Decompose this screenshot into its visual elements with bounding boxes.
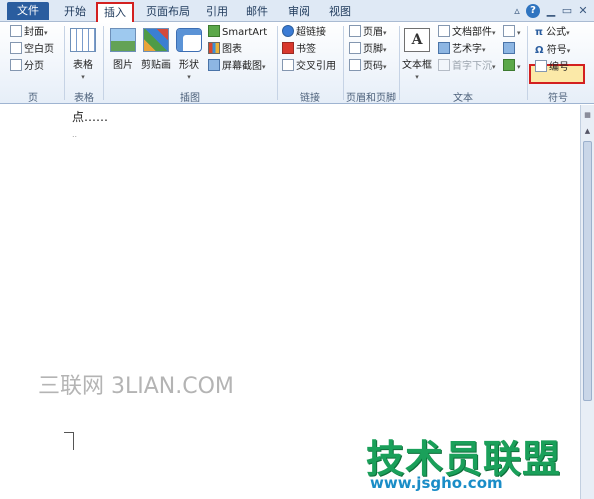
wordart-icon	[438, 42, 450, 54]
hyperlink-button[interactable]: 超链接	[282, 25, 326, 41]
clipart-icon	[143, 28, 169, 52]
omega-icon: Ω	[535, 45, 544, 56]
drop-cap-button[interactable]: 首字下沉▾	[438, 59, 496, 75]
watermark-jsgho-url: www.jsgho.com	[370, 474, 503, 492]
object-button[interactable]: ▾	[503, 59, 521, 75]
picture-icon	[110, 28, 136, 52]
group-label-pages: 页	[28, 93, 38, 104]
footer-button[interactable]: 页脚▾	[349, 42, 387, 58]
cover-page-button[interactable]: 封面▾	[10, 25, 48, 41]
ruler-toggle-icon[interactable]: ▦	[581, 109, 594, 121]
signature-line-icon	[503, 25, 515, 37]
help-icon[interactable]: ?	[526, 4, 540, 18]
group-label-header-footer: 页眉和页脚	[346, 93, 396, 104]
quick-parts-icon	[438, 25, 450, 37]
scrollbar-thumb[interactable]	[583, 141, 592, 401]
scroll-up-icon[interactable]: ▲	[581, 125, 594, 137]
page-corner-mark	[64, 432, 74, 450]
header-icon	[349, 25, 361, 37]
tab-review[interactable]: 审阅	[282, 3, 316, 22]
screenshot-icon	[208, 59, 220, 71]
clipart-button[interactable]: 剪贴画	[140, 28, 172, 71]
numbering-button[interactable]: 编号	[535, 60, 569, 76]
numbering-icon	[535, 60, 547, 72]
page-number-icon	[349, 59, 361, 71]
object-icon	[503, 59, 515, 71]
group-label-tables: 表格	[74, 93, 94, 104]
shapes-button[interactable]: 形状 ▾	[174, 28, 204, 82]
signature-line-button[interactable]: ▾	[503, 25, 521, 41]
tab-insert[interactable]: 插入	[96, 2, 134, 24]
ribbon: 封面▾ 空白页 分页 页 表格 ▾ 表格 图片 剪贴画 形状 ▾ SmartArt …	[0, 22, 594, 104]
date-time-button[interactable]	[503, 42, 517, 58]
cross-reference-button[interactable]: 交叉引用	[282, 59, 336, 75]
ribbon-tab-bar: 文件 开始 插入 页面布局 引用 邮件 审阅 视图 ▵ ? ▁ ▭ ✕	[0, 0, 594, 24]
wordart-button[interactable]: 艺术字▾	[438, 42, 486, 58]
equation-button[interactable]: π 公式▾	[535, 25, 570, 41]
collapse-ribbon-icon[interactable]: ▵	[510, 3, 524, 19]
group-label-illustrations: 插图	[180, 93, 200, 104]
cover-page-icon	[10, 25, 22, 37]
textbox-icon: A	[404, 28, 430, 52]
picture-button[interactable]: 图片	[108, 28, 138, 71]
drop-cap-icon	[438, 59, 450, 71]
tab-references[interactable]: 引用	[200, 3, 234, 22]
group-label-text: 文本	[453, 93, 473, 104]
paragraph-mark: ..	[72, 130, 78, 139]
quick-parts-button[interactable]: 文档部件▾	[438, 25, 496, 41]
bookmark-button[interactable]: 书签	[282, 42, 316, 58]
tab-mailings[interactable]: 邮件	[240, 3, 274, 22]
chart-button[interactable]: 图表	[208, 42, 242, 58]
smartart-button[interactable]: SmartArt	[208, 25, 267, 41]
restore-icon[interactable]: ▭	[560, 3, 574, 19]
group-label-links: 链接	[300, 93, 320, 104]
date-time-icon	[503, 42, 515, 54]
textbox-button[interactable]: A 文本框 ▾	[402, 28, 432, 82]
watermark-3lian: 三联网 3LIAN.COM	[38, 374, 234, 399]
bookmark-icon	[282, 42, 294, 54]
document-text[interactable]: 点……	[72, 108, 108, 125]
table-icon	[70, 28, 96, 52]
tab-page-layout[interactable]: 页面布局	[140, 3, 196, 22]
close-icon[interactable]: ✕	[576, 3, 590, 19]
header-button[interactable]: 页眉▾	[349, 25, 387, 41]
minimize-icon[interactable]: ▁	[544, 3, 558, 19]
tab-file[interactable]: 文件	[7, 2, 49, 20]
shapes-icon	[176, 28, 202, 52]
group-label-symbols: 符号	[548, 93, 568, 104]
blank-page-button[interactable]: 空白页	[10, 42, 54, 58]
hyperlink-icon	[282, 25, 294, 37]
page-break-button[interactable]: 分页	[10, 59, 44, 75]
page-number-button[interactable]: 页码▾	[349, 59, 387, 75]
tab-home[interactable]: 开始	[57, 3, 93, 22]
screenshot-button[interactable]: 屏幕截图▾	[208, 59, 266, 75]
symbol-button[interactable]: Ω 符号▾	[535, 43, 570, 59]
footer-icon	[349, 42, 361, 54]
vertical-scrollbar[interactable]: ▦ ▲	[580, 105, 594, 499]
chart-icon	[208, 42, 220, 54]
page-break-icon	[10, 59, 22, 71]
cross-reference-icon	[282, 59, 294, 71]
blank-page-icon	[10, 42, 22, 54]
tab-view[interactable]: 视图	[323, 3, 357, 22]
group-divider	[64, 26, 65, 100]
pi-icon: π	[535, 27, 543, 38]
smartart-icon	[208, 25, 220, 37]
table-button[interactable]: 表格 ▾	[68, 28, 98, 82]
